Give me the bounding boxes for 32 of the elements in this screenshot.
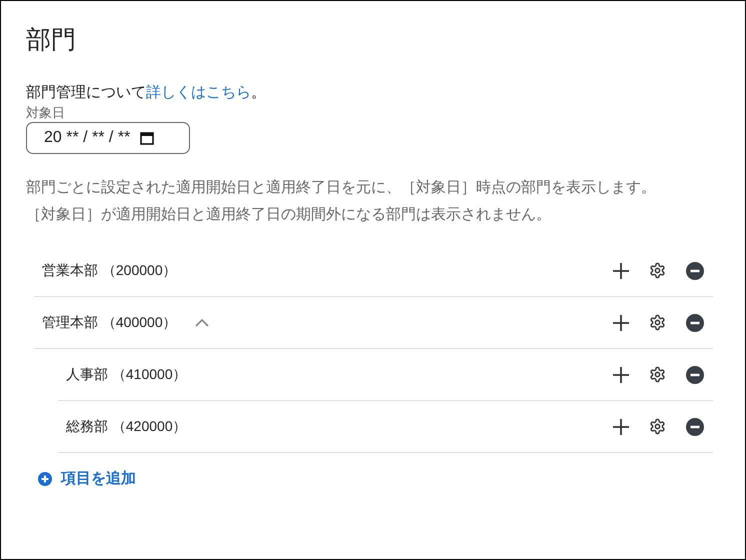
page-title: 部門: [26, 25, 77, 56]
settings-icon[interactable]: [649, 262, 666, 279]
plus-icon[interactable]: [613, 262, 629, 278]
plus-icon[interactable]: [613, 366, 629, 382]
intro-period: 。: [251, 84, 266, 101]
remove-icon[interactable]: [686, 418, 704, 436]
department-row[interactable]: 管理本部 （400000）: [34, 297, 713, 349]
calendar-icon[interactable]: [140, 131, 154, 145]
department-name: 人事部 （410000）: [66, 366, 187, 384]
department-name: 総務部 （420000）: [66, 418, 187, 436]
department-row[interactable]: 営業本部 （200000）: [34, 245, 713, 297]
plus-circle-icon: [38, 472, 52, 486]
date-label: 対象日: [26, 104, 66, 122]
settings-icon[interactable]: [649, 366, 666, 383]
plus-icon[interactable]: [613, 418, 629, 434]
details-link[interactable]: 詳しくはこちら: [146, 84, 251, 101]
remove-icon[interactable]: [686, 262, 704, 280]
description-text: ［対象日］が適用開始日と適用終了日の期間外になる部門は表示されません。: [26, 205, 552, 225]
department-name: 営業本部 （200000）: [42, 262, 177, 280]
intro-text: 部門管理について: [26, 84, 146, 101]
date-field[interactable]: 20 ** / ** / **: [26, 122, 190, 154]
add-item-button[interactable]: 項目を追加: [38, 469, 136, 488]
department-row[interactable]: 総務部 （420000）: [58, 401, 713, 453]
chevron-up-icon[interactable]: [194, 318, 209, 326]
department-row[interactable]: 人事部 （410000）: [58, 349, 713, 401]
plus-icon[interactable]: [613, 314, 629, 330]
settings-icon[interactable]: [649, 314, 666, 331]
settings-icon[interactable]: [649, 418, 666, 435]
description-text: 部門ごとに設定された適用開始日と適用終了日を元に、［対象日］時点の部門を表示します。: [26, 178, 657, 198]
department-name: 管理本部 （400000）: [42, 314, 177, 332]
remove-icon[interactable]: [686, 366, 704, 384]
remove-icon[interactable]: [686, 314, 704, 332]
